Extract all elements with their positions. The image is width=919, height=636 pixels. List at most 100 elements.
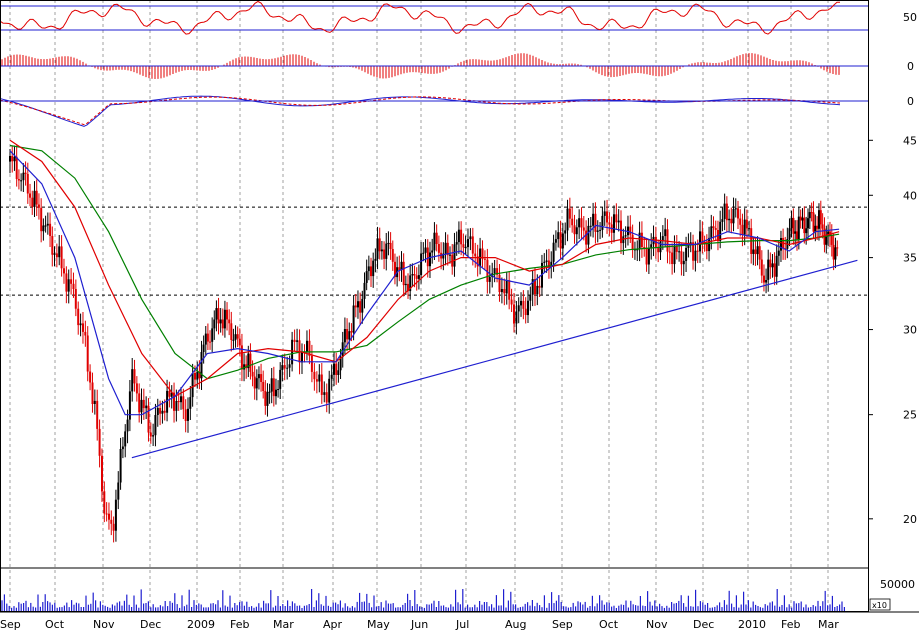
candle-body <box>444 242 447 254</box>
x-tick-label: 2009 <box>187 618 215 631</box>
candle-body <box>24 172 27 174</box>
candle-body <box>821 224 824 229</box>
candle-body <box>238 338 241 346</box>
candle-body <box>352 305 355 333</box>
candle-body <box>460 229 463 245</box>
candle-body <box>666 229 669 252</box>
candle-body <box>596 230 599 232</box>
candle-body <box>350 331 353 333</box>
candle-body <box>112 523 115 531</box>
candle-body <box>696 250 699 252</box>
candle-body <box>49 223 52 236</box>
candle-body <box>184 409 187 421</box>
candle-body <box>608 222 611 225</box>
candle-body <box>22 172 25 181</box>
candle-body <box>624 235 627 237</box>
candle-body <box>404 283 407 286</box>
candle-body <box>385 243 388 259</box>
candle-body <box>712 226 715 228</box>
x-tick-label: Jul <box>455 618 469 631</box>
candle-body <box>77 308 80 326</box>
candle-body <box>508 280 511 300</box>
candle-body <box>147 405 150 433</box>
candle-body <box>283 365 286 369</box>
candle-body <box>721 219 724 222</box>
candle-body <box>771 263 774 268</box>
x-tick-label: Feb <box>230 618 249 631</box>
candle-body <box>705 243 708 252</box>
candle-body <box>82 323 84 332</box>
candle-body <box>503 289 506 294</box>
candle-body <box>328 378 331 403</box>
candle-body <box>564 230 567 234</box>
candle-body <box>370 266 372 277</box>
candle-body <box>279 369 282 389</box>
candle-body <box>17 179 20 181</box>
candle-body <box>378 238 381 252</box>
candle-body <box>191 373 194 398</box>
candle-body <box>365 271 368 283</box>
candle-body <box>413 274 416 276</box>
candle-body <box>182 396 185 410</box>
x-tick-label: Jun <box>410 618 428 631</box>
candle-body <box>226 309 228 320</box>
candle-body <box>788 228 791 239</box>
candle-body <box>529 294 532 301</box>
candle-body <box>154 415 157 436</box>
candle-body <box>754 249 757 255</box>
candle-body <box>488 276 491 282</box>
candle-body <box>527 300 529 316</box>
candle-body <box>121 446 124 450</box>
candle-body <box>363 282 366 299</box>
y-tick-label: 30 <box>903 324 917 337</box>
candle-body <box>361 298 364 313</box>
candle-body <box>462 244 465 248</box>
candle-body <box>55 253 58 258</box>
candle-body <box>149 432 152 437</box>
candle-body <box>763 275 765 283</box>
candle-body <box>286 367 289 369</box>
candle-body <box>807 218 809 229</box>
candle-body <box>429 252 431 267</box>
candle-body <box>335 363 338 375</box>
candle-body <box>673 246 676 265</box>
x-tick-label: Oct <box>599 618 619 631</box>
candle-body <box>483 258 486 260</box>
candle-body <box>296 340 299 342</box>
candle-body <box>152 435 155 437</box>
candle-body <box>678 251 681 253</box>
candle-body <box>383 249 386 259</box>
candle-body <box>180 396 182 403</box>
candle-body <box>293 339 296 342</box>
x-tick-label: Feb <box>781 618 800 631</box>
candle-body <box>743 219 746 235</box>
candle-body <box>664 229 667 237</box>
candle-body <box>348 331 351 340</box>
candle-body <box>725 203 728 221</box>
candle-body <box>469 236 472 240</box>
candle-body <box>671 252 674 264</box>
x-tick-label: May <box>367 618 390 631</box>
candle-body <box>272 378 275 397</box>
candle-body <box>63 268 65 274</box>
candle-body <box>819 210 822 225</box>
candle-body <box>325 392 328 403</box>
candle-body <box>797 216 800 240</box>
volume-tick-label: 50000 <box>880 578 915 591</box>
candle-body <box>217 308 220 324</box>
x-tick-label: Nov <box>93 618 115 631</box>
candle-body <box>613 214 615 233</box>
candle-body <box>189 397 192 409</box>
histogram-tick-label: 0 <box>907 60 914 73</box>
candle-body <box>573 225 576 235</box>
candle-body <box>42 225 45 232</box>
candle-body <box>557 232 560 240</box>
candle-body <box>411 274 414 276</box>
candle-body <box>552 242 555 262</box>
candle-body <box>603 211 606 216</box>
candle-body <box>79 323 82 326</box>
candle-body <box>253 376 256 389</box>
candle-body <box>554 239 557 243</box>
candle-body <box>559 232 562 249</box>
y-tick-label: 35 <box>903 252 917 265</box>
